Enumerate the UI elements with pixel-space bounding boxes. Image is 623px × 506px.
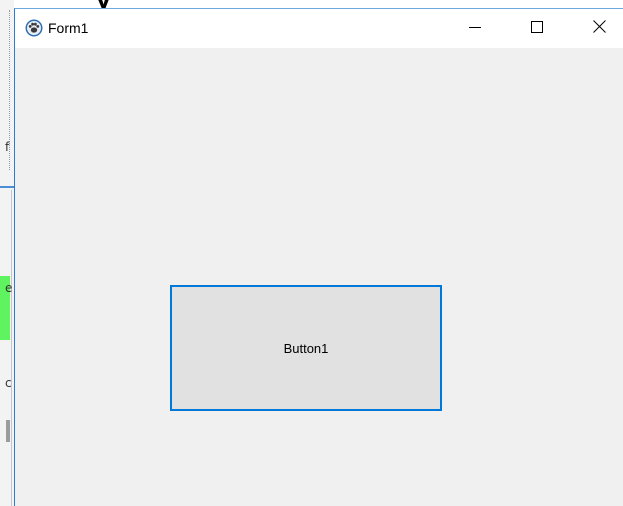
minimize-icon bbox=[469, 20, 481, 38]
minimize-button[interactable] bbox=[445, 9, 505, 48]
maximize-icon bbox=[531, 20, 543, 38]
background-text-fragment-3: c bbox=[5, 376, 12, 390]
background-text-fragment-2: e bbox=[5, 281, 13, 295]
background-blue-line bbox=[0, 186, 14, 188]
window-title: Form1 bbox=[48, 20, 89, 36]
button1[interactable]: Button1 bbox=[170, 285, 442, 411]
background-text-fragment: f bbox=[5, 140, 10, 154]
background-scroll-thumb bbox=[6, 420, 10, 442]
title-bar[interactable]: Form1 bbox=[15, 9, 623, 48]
paw-icon bbox=[25, 19, 43, 37]
close-button[interactable] bbox=[569, 9, 623, 48]
background-dotted-guide bbox=[9, 10, 11, 170]
form1-window: Form1 Button1 bbox=[14, 8, 623, 506]
close-icon bbox=[592, 19, 606, 38]
background-ide-panel: f e c bbox=[0, 0, 14, 506]
button1-label: Button1 bbox=[283, 340, 329, 356]
maximize-button[interactable] bbox=[507, 9, 567, 48]
screen: y f e c Form1 bbox=[0, 0, 623, 506]
background-divider bbox=[11, 190, 12, 506]
